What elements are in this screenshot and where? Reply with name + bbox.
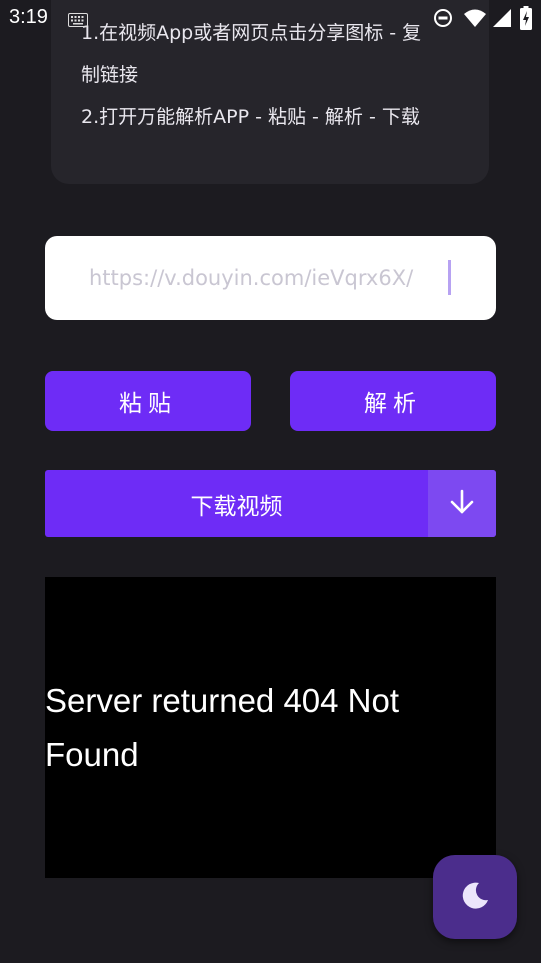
url-input[interactable] bbox=[89, 261, 449, 295]
instruction-step-1-cont: 制链接 bbox=[81, 64, 139, 86]
download-video-group: 下载视频 bbox=[45, 470, 496, 537]
error-message: Server returned 404 Not Found bbox=[45, 682, 400, 773]
instruction-step-2: 2.打开万能解析APP - 粘贴 - 解析 - 下载 bbox=[81, 106, 420, 128]
keyboard-icon bbox=[68, 12, 88, 32]
download-arrow-button[interactable] bbox=[428, 470, 496, 537]
text-caret bbox=[448, 260, 451, 295]
video-player[interactable]: Server returned 404 Not Found bbox=[45, 577, 496, 878]
signal-icon bbox=[492, 8, 512, 28]
status-bar: 3:19 bbox=[0, 0, 541, 36]
wifi-icon bbox=[463, 8, 487, 28]
theme-toggle-button[interactable] bbox=[433, 855, 517, 939]
battery-charging-icon bbox=[520, 6, 532, 30]
moon-icon bbox=[459, 879, 491, 915]
paste-button[interactable]: 粘贴 bbox=[45, 371, 251, 431]
do-not-disturb-icon bbox=[433, 8, 453, 28]
status-time: 3:19 bbox=[9, 6, 48, 28]
url-input-box[interactable] bbox=[45, 236, 496, 320]
parse-button[interactable]: 解析 bbox=[290, 371, 496, 431]
download-video-button[interactable]: 下载视频 bbox=[45, 470, 428, 537]
arrow-down-icon bbox=[448, 488, 476, 520]
